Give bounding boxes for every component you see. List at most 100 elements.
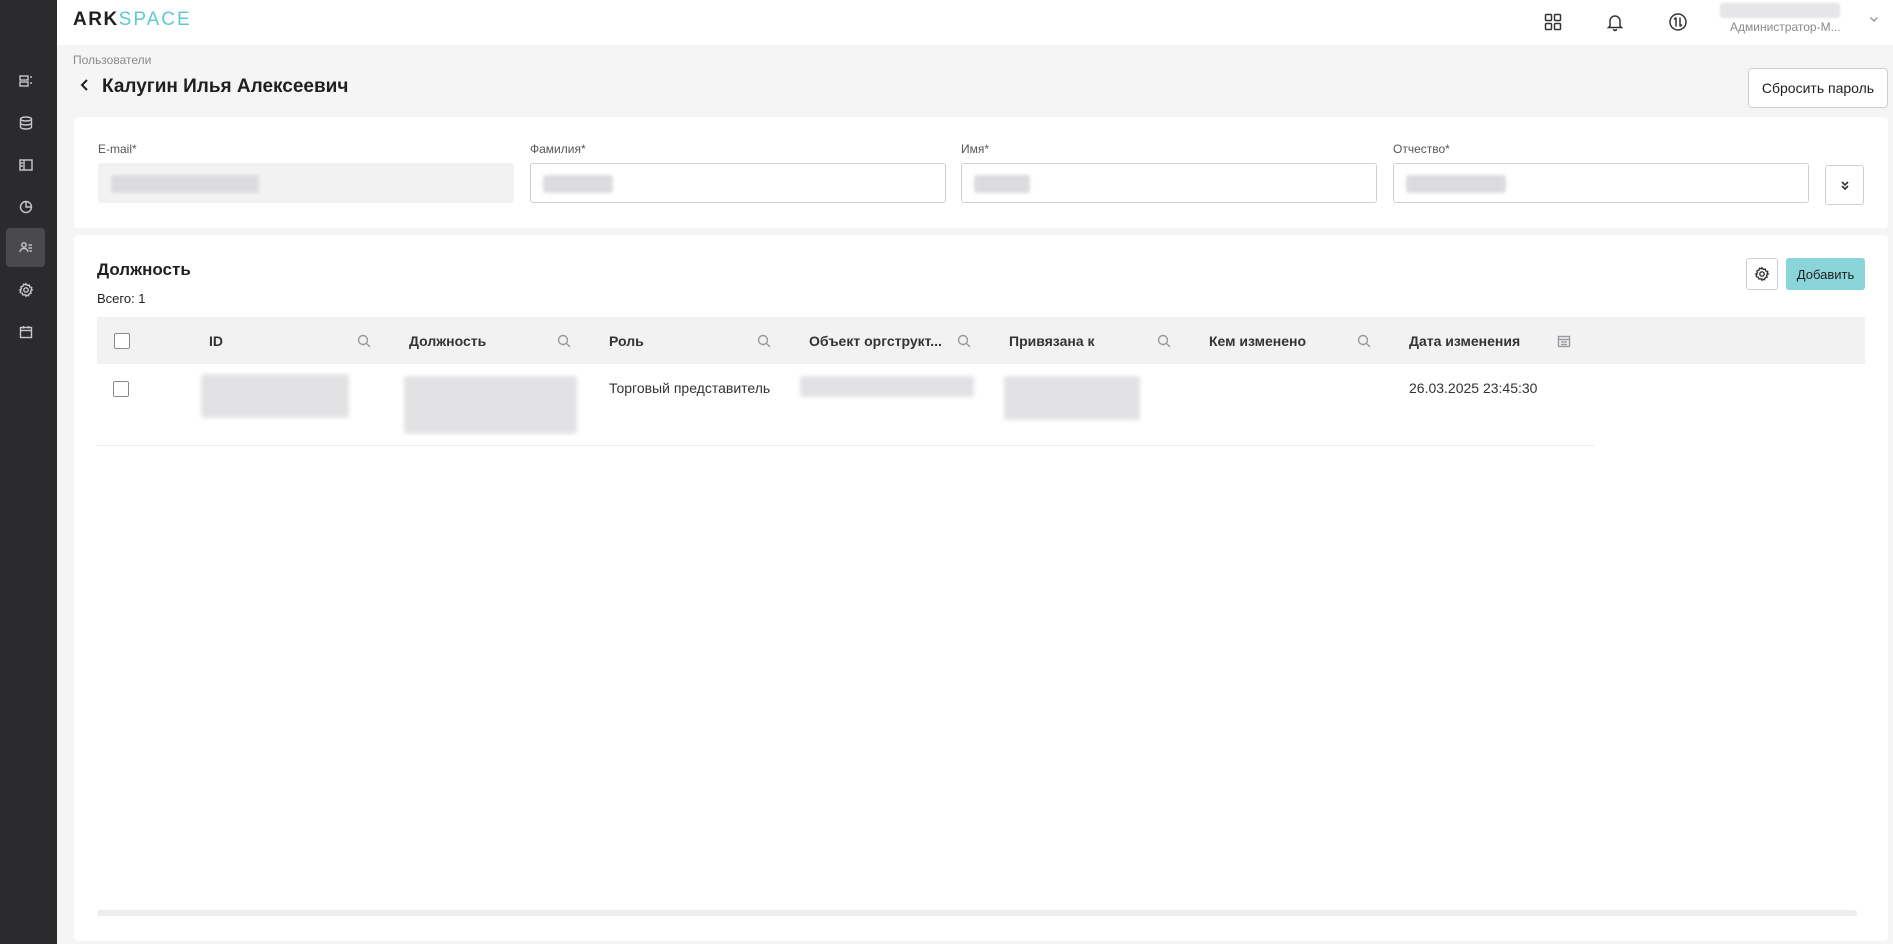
brand-part-ark: ARK <box>73 9 119 30</box>
sidebar-item-calendar[interactable] <box>6 312 45 351</box>
positions-table: ID Должность Роль Объект оргструкт... Пр… <box>97 317 1865 446</box>
linked-to-value-redacted <box>1004 376 1140 420</box>
positions-total: Всего: 1 <box>97 291 146 306</box>
search-icon <box>1357 334 1371 348</box>
chevron-left-icon <box>80 78 88 91</box>
column-label: ID <box>209 332 223 349</box>
email-field-group: E-mail* <box>98 142 514 203</box>
column-label: Должность <box>409 332 487 349</box>
sidebar <box>0 0 57 944</box>
middlename-field-group: Отчество* <box>1393 142 1809 203</box>
user-role: Администратор-М... <box>1730 20 1841 34</box>
calendar-icon <box>19 325 32 338</box>
back-button[interactable] <box>78 78 92 97</box>
middlename-field[interactable] <box>1393 163 1809 203</box>
firstname-label: Имя* <box>961 142 990 156</box>
column-search-org-object[interactable] <box>957 334 971 348</box>
user-menu-chevron <box>1868 12 1880 24</box>
role-value: Торговый представитель <box>609 380 771 396</box>
changed-at-value: 26.03.2025 23:45:30 <box>1409 380 1538 396</box>
column-header-id[interactable]: ID <box>209 317 223 364</box>
column-date-filter[interactable] <box>1557 334 1571 348</box>
brand-logo[interactable]: ARKSPACE <box>73 9 192 31</box>
notifications-button[interactable] <box>1599 6 1631 38</box>
sidebar-item-database[interactable] <box>6 103 45 142</box>
column-search-changed-by[interactable] <box>1357 334 1371 348</box>
position-value-redacted <box>404 376 577 434</box>
page-title: Калугин Илья Алексеевич <box>102 76 349 97</box>
firstname-field-group: Имя* <box>961 142 1377 203</box>
lastname-field-group: Фамилия* <box>530 142 946 203</box>
search-icon <box>557 334 571 348</box>
gear-icon <box>1754 266 1770 282</box>
expand-form-button[interactable] <box>1825 165 1864 205</box>
bell-icon <box>1606 15 1624 32</box>
table-row[interactable]: Торговый представитель 26.03.2025 23:45:… <box>97 364 1594 446</box>
title-row: Калугин Илья Алексеевич <box>78 76 348 98</box>
list-icon <box>18 74 32 87</box>
lastname-label: Фамилия* <box>530 142 586 156</box>
column-header-changed-by[interactable]: Кем изменено <box>1209 317 1306 364</box>
search-icon <box>1157 334 1171 348</box>
user-menu[interactable]: Администратор-М... <box>1720 0 1890 45</box>
search-icon <box>357 334 371 348</box>
column-label: Объект оргструкт... <box>809 332 942 349</box>
brand-part-space: SPACE <box>118 9 192 30</box>
column-search-linked-to[interactable] <box>1157 334 1171 348</box>
sync-icon <box>1669 13 1687 31</box>
breadcrumb[interactable]: Пользователи <box>73 53 151 67</box>
column-label: Дата изменения <box>1409 332 1521 349</box>
search-icon <box>957 334 971 348</box>
database-icon <box>19 115 32 130</box>
calendar-icon <box>1557 335 1571 348</box>
sync-button[interactable] <box>1662 6 1694 38</box>
column-search-role[interactable] <box>757 334 771 348</box>
apps-button[interactable] <box>1537 6 1569 38</box>
table-settings-button[interactable] <box>1746 258 1778 290</box>
column-header-org-object[interactable]: Объект оргструкт... <box>809 317 942 364</box>
sidebar-item-list[interactable] <box>6 61 45 100</box>
add-position-button[interactable]: Добавить <box>1786 258 1865 290</box>
select-all-checkbox[interactable] <box>114 332 130 349</box>
column-label: Роль <box>609 332 644 349</box>
column-header-linked-to[interactable]: Привязана к <box>1009 317 1095 364</box>
id-value-redacted <box>201 374 349 418</box>
select-all-cell <box>114 317 130 364</box>
sidebar-item-users[interactable] <box>6 228 45 267</box>
chevron-down-icon <box>1869 16 1879 23</box>
positions-title: Должность <box>97 260 191 279</box>
table-header: ID Должность Роль Объект оргструкт... Пр… <box>97 317 1865 364</box>
horizontal-scrollbar[interactable] <box>97 910 1857 916</box>
user-name-redacted <box>1720 3 1840 18</box>
email-field <box>98 163 514 203</box>
reset-password-button[interactable]: Сбросить пароль <box>1748 68 1888 108</box>
sidebar-item-reports[interactable] <box>6 187 45 226</box>
column-header-position[interactable]: Должность <box>409 317 486 364</box>
top-bar: ARKSPACE Администратор-М... <box>57 0 1893 45</box>
layout-icon <box>18 158 33 171</box>
firstname-field[interactable] <box>961 163 1377 203</box>
lastname-field[interactable] <box>530 163 946 203</box>
sidebar-item-settings[interactable] <box>6 270 45 309</box>
middlename-label: Отчество* <box>1393 142 1450 156</box>
row-checkbox[interactable] <box>113 381 129 397</box>
middlename-value-redacted <box>1406 175 1506 193</box>
search-icon <box>757 334 771 348</box>
double-chevron-down-icon <box>1840 181 1849 191</box>
users-icon <box>18 241 32 252</box>
column-search-id[interactable] <box>357 334 371 348</box>
column-header-role[interactable]: Роль <box>609 317 644 364</box>
positions-section: Должность Всего: 1 Добавить ID Должность… <box>74 235 1888 941</box>
email-value-redacted <box>111 175 259 193</box>
org-object-value-redacted <box>800 376 974 397</box>
sidebar-item-layout[interactable] <box>6 145 45 184</box>
column-search-position[interactable] <box>557 334 571 348</box>
column-label: Привязана к <box>1009 332 1095 349</box>
column-label: Кем изменено <box>1209 332 1307 349</box>
firstname-value-redacted <box>974 175 1030 193</box>
pie-chart-icon <box>19 200 32 213</box>
column-header-changed-at[interactable]: Дата изменения <box>1409 317 1520 364</box>
gear-icon <box>18 282 33 297</box>
lastname-value-redacted <box>543 175 613 193</box>
user-form: E-mail* Фамилия* Имя* Отчество* <box>74 117 1888 228</box>
